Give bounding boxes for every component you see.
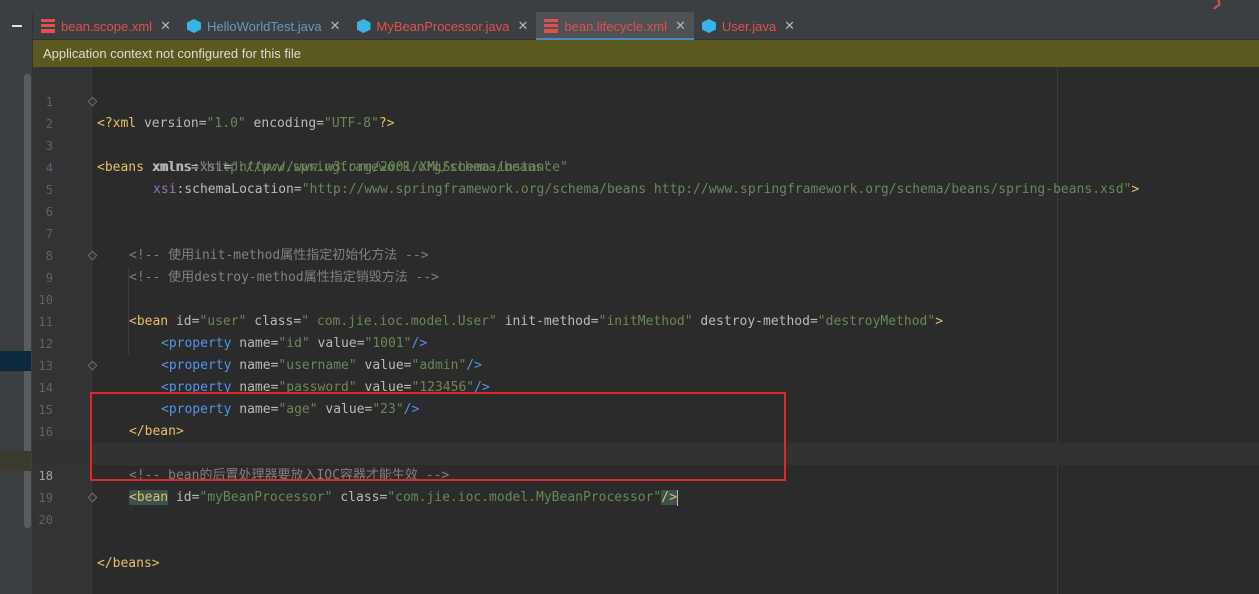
code-line[interactable]: 3 xmlns:xsi="http://www.w3.org/2001/XMLS…: [33, 113, 1259, 175]
tab-label: HelloWorldTest.java: [206, 18, 322, 34]
notification-indicator-icon[interactable]: ❯: [1211, 0, 1225, 11]
fold-marker-icon[interactable]: [87, 360, 98, 371]
notification-text: Application context not configured for t…: [43, 46, 301, 61]
close-icon[interactable]: ✕: [517, 18, 528, 34]
close-icon[interactable]: ✕: [330, 18, 341, 34]
java-class-icon: [701, 19, 716, 33]
window-top-strip: ❯: [0, 0, 1259, 12]
fold-marker-icon[interactable]: [87, 96, 98, 107]
tab-helloworldtest-java[interactable]: HelloWorldTest.java ✕: [179, 12, 349, 40]
indent-guide: [128, 267, 129, 289]
tab-user-java[interactable]: User.java ✕: [694, 12, 803, 40]
project-tool-panel: [0, 12, 33, 594]
minus-icon: [11, 25, 22, 27]
panel-selected-row[interactable]: [0, 351, 31, 371]
code-line[interactable]: 11 <property name="username" value="admi…: [33, 289, 1259, 373]
code-line[interactable]: 1 <?xml version="1.0" encoding="UTF-8"?>: [33, 69, 1259, 131]
xml-file-icon: [41, 19, 55, 33]
fold-marker-icon[interactable]: [87, 250, 98, 261]
code-line[interactable]: 5: [33, 157, 1259, 197]
fold-marker-icon[interactable]: [87, 492, 98, 503]
code-line[interactable]: 2 <beans xmlns="http://www.springframewo…: [33, 91, 1259, 175]
tab-label: User.java: [721, 18, 777, 34]
collapse-panel-button[interactable]: [0, 12, 33, 40]
code-line[interactable]: 14 </bean>: [33, 355, 1259, 439]
code-line[interactable]: 9 <bean id="user" class=" com.jie.ioc.mo…: [33, 245, 1259, 329]
close-icon[interactable]: ✕: [675, 18, 686, 34]
tab-label: bean.scope.xml: [61, 18, 153, 34]
xml-file-icon: [544, 19, 559, 33]
close-icon[interactable]: ✕: [784, 18, 795, 34]
code-line[interactable]: 10 <property name="id" value="1001"/>: [33, 267, 1259, 351]
tab-mybeanprocessor-java[interactable]: MyBeanProcessor.java ✕: [349, 12, 537, 40]
tab-label: bean.lifecycle.xml: [564, 18, 667, 34]
java-class-icon: [186, 19, 201, 33]
code-line[interactable]: 6: [33, 179, 1259, 219]
code-line[interactable]: 12 <property name="password" value="1234…: [33, 311, 1259, 395]
code-line[interactable]: 20 </beans>: [33, 487, 1259, 571]
tab-label: MyBeanProcessor.java: [376, 18, 510, 34]
indent-guide: [128, 333, 129, 355]
editor-tab-bar: bean.scope.xml ✕ HelloWorldTest.java ✕ M…: [33, 12, 1259, 41]
tab-bean-lifecycle-xml[interactable]: bean.lifecycle.xml ✕: [536, 12, 694, 41]
java-class-icon: [356, 19, 371, 33]
indent-guide: [128, 311, 129, 333]
line-number: 20: [38, 513, 53, 527]
code-line[interactable]: 13 <property name="age" value="23"/>: [33, 333, 1259, 417]
panel-highlighted-row[interactable]: [0, 451, 31, 471]
code-line[interactable]: 8 <!-- 使用destroy-method属性指定销毁方法 -->: [33, 223, 1259, 285]
annotation-highlight-box: [90, 392, 786, 481]
code-line[interactable]: 7 <!-- 使用init-method属性指定初始化方法 -->: [33, 201, 1259, 263]
closing-tag: </beans>: [97, 556, 160, 571]
code-editor[interactable]: 1 <?xml version="1.0" encoding="UTF-8"?>…: [33, 67, 1259, 594]
tab-bean-scope-xml[interactable]: bean.scope.xml ✕: [33, 12, 179, 40]
context-notification-banner: Application context not configured for t…: [33, 40, 1259, 67]
indent-guide: [128, 289, 129, 311]
code-line[interactable]: 4 xsi:schemaLocation="http://www.springf…: [33, 135, 1259, 197]
close-icon[interactable]: ✕: [160, 18, 171, 34]
